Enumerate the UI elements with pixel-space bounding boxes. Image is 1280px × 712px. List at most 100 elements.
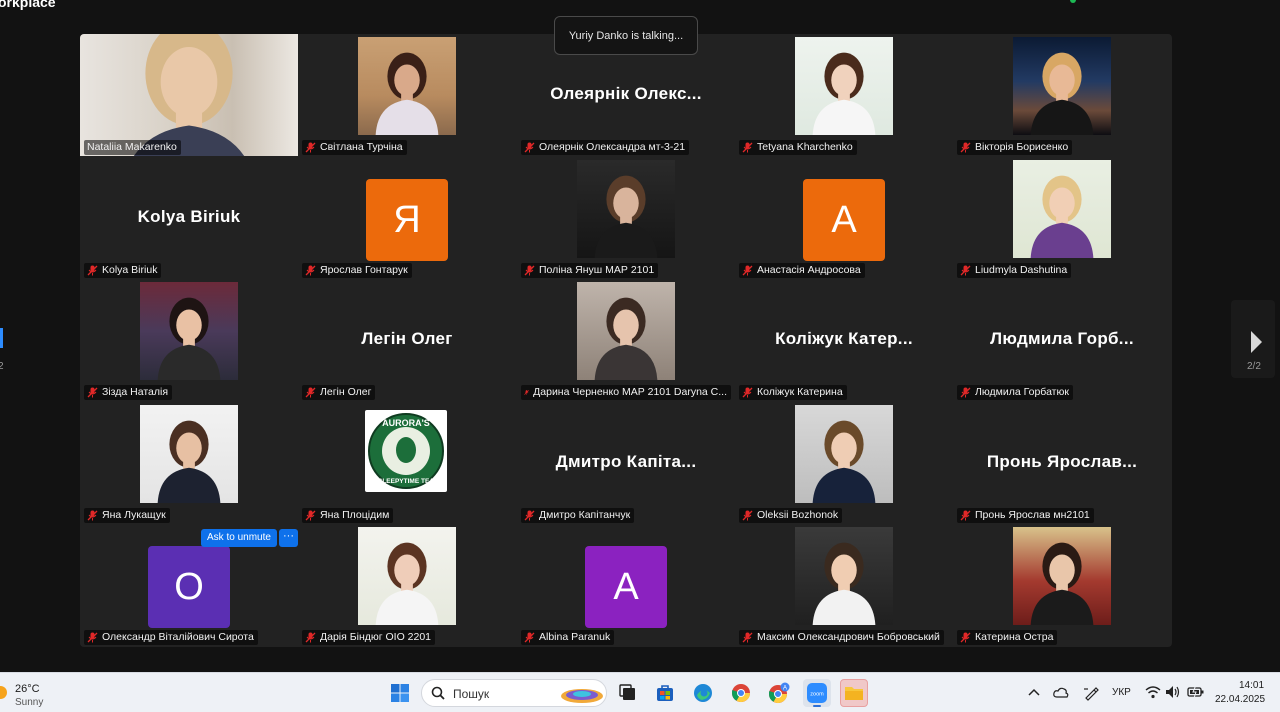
zoom-app-icon[interactable]: zoom [803,679,831,707]
search-highlight-icon [561,689,603,703]
participant-name-label: Kolya Biriuk [84,263,162,278]
participant-tile[interactable]: Я Ярослав Гонтарук [298,157,516,279]
participant-tile[interactable]: Легін Олег Легін Олег [298,279,516,401]
participant-tile[interactable]: Kolya Biriuk Kolya Biriuk [80,157,298,279]
participant-name: Зізда Наталія [102,386,169,398]
participant-display-name: Легін Олег [361,329,453,348]
participant-name: Легін Олег [320,386,372,398]
muted-mic-icon [87,632,98,643]
previous-page-indicator [0,328,3,348]
participant-tile[interactable]: Nataliia Makarenko [80,34,298,156]
weather-temperature: 26°C [15,683,40,695]
muted-mic-icon [524,142,535,153]
participant-name: Дмитро Капітанчук [539,509,631,521]
avatar-letter: Я [366,179,448,261]
participant-tile[interactable]: Tetyana Kharchenko [735,34,953,156]
participant-name-label: Пронь Ярослав мн2101 [957,508,1094,523]
participant-video [140,405,238,503]
muted-mic-icon [960,632,971,643]
participant-video [577,160,675,258]
participant-tile[interactable]: Зізда Наталія [80,279,298,401]
participant-name-label: Легін Олег [302,385,376,400]
avatar-letter: О [148,546,230,628]
participant-photo-image [157,420,221,503]
muted-mic-icon [960,387,971,398]
clock-time[interactable]: 14:01 [1239,680,1264,691]
participant-video [795,527,893,625]
participant-tile[interactable]: Коліжук Катер... Коліжук Катерина [735,279,953,401]
participant-tile[interactable]: AURORA'S SLEEPYTIME TEA Яна Плоцідим [298,402,516,524]
participant-tile[interactable]: Катерина Остра [953,524,1171,646]
chrome-profile-icon[interactable]: A [765,679,793,707]
muted-mic-icon [524,510,535,521]
muted-mic-icon [524,265,535,276]
taskbar-search[interactable]: Пошук [421,679,607,707]
participant-name-label: Ярослав Гонтарук [302,263,412,278]
windows-start-icon[interactable] [386,679,414,707]
participant-display-name: Коліжук Катер... [775,329,913,348]
participant-tile[interactable]: A Albina Paranuk [517,524,735,646]
onedrive-cloud-icon[interactable] [1053,686,1069,698]
participant-video [577,282,675,380]
muted-mic-icon [960,142,971,153]
chrome-browser-icon[interactable] [727,679,755,707]
edge-browser-icon[interactable] [689,679,717,707]
participant-tile[interactable]: Яна Лукащук [80,402,298,524]
participant-name-label: Яна Плоцідим [302,508,394,523]
participant-tile[interactable]: Людмила Горб... Людмила Горбатюк [953,279,1171,401]
more-options-button[interactable]: ··· [279,529,298,547]
participant-name: Дарина Черненко МАР 2101 Daryna C... [533,386,727,398]
volume-icon[interactable] [1165,685,1181,699]
participant-photo-image [594,175,658,258]
wifi-icon[interactable] [1145,685,1161,699]
participant-tile[interactable]: А Анастасія Андросова [735,157,953,279]
chevron-up-icon[interactable] [1028,688,1040,696]
participant-photo-image [375,52,439,135]
participant-name-label: Анастасія Андросова [739,263,865,278]
participant-name: Tetyana Kharchenko [757,141,853,153]
muted-mic-icon [524,390,529,395]
muted-mic-icon [742,387,753,398]
participant-video [80,34,298,156]
search-placeholder: Пошук [453,687,490,701]
participant-display-name: Kolya Biriuk [137,207,241,226]
participant-name-label: Вікторія Борисенко [957,140,1073,155]
participant-tile[interactable]: Дарія Біндюг ОІО 2201 [298,524,516,646]
chevron-right-icon[interactable] [1249,330,1263,354]
pen-input-icon[interactable] [1083,685,1099,701]
page-indicator: 2/2 [1247,361,1261,372]
participant-name: Анастасія Андросова [757,264,861,276]
muted-mic-icon [305,265,316,276]
participant-tile[interactable]: Дарина Черненко МАР 2101 Daryna C... [517,279,735,401]
participant-video [140,282,238,380]
microsoft-store-icon[interactable] [651,679,679,707]
participant-photo-image [594,297,658,380]
participant-name: Людмила Горбатюк [975,386,1069,398]
participant-tile[interactable]: Oleksii Bozhonok [735,402,953,524]
file-explorer-icon[interactable] [840,679,868,707]
participant-tile[interactable]: Поліна Януш МАР 2101 [517,157,735,279]
participant-name: Яна Лукащук [102,509,166,521]
battery-icon[interactable] [1187,685,1205,699]
muted-mic-icon [742,265,753,276]
window-title: orkplace [0,0,56,10]
participant-name-label: Коліжук Катерина [739,385,847,400]
participant-name: Світлана Турчіна [320,141,403,153]
participant-tile[interactable]: Liudmyla Dashutina [953,157,1171,279]
participant-name-label: Oleksii Bozhonok [739,508,843,523]
participant-tile[interactable]: Пронь Ярослав... Пронь Ярослав мн2101 [953,402,1171,524]
participant-tile[interactable]: Дмитро Капіта... Дмитро Капітанчук [517,402,735,524]
windows-taskbar: 26°C Sunny Пошук A zoom УКР 14:01 22.04.… [0,672,1280,712]
participant-tile[interactable]: Максим Олександрович Бобровський [735,524,953,646]
clock-date[interactable]: 22.04.2025 [1215,694,1265,705]
keyboard-language[interactable]: УКР [1112,687,1131,698]
participant-name: Liudmyla Dashutina [975,264,1068,276]
participant-tile[interactable]: Світлана Турчіна [298,34,516,156]
participant-name: Albina Paranuk [539,631,611,643]
task-view-icon[interactable] [614,679,642,707]
participant-photo-image [1030,175,1094,258]
participant-video [1013,527,1111,625]
participant-name: Дарія Біндюг ОІО 2201 [320,631,432,643]
participant-tile[interactable]: Вікторія Борисенко [953,34,1171,156]
ask-to-unmute-button[interactable]: Ask to unmute [201,529,277,547]
